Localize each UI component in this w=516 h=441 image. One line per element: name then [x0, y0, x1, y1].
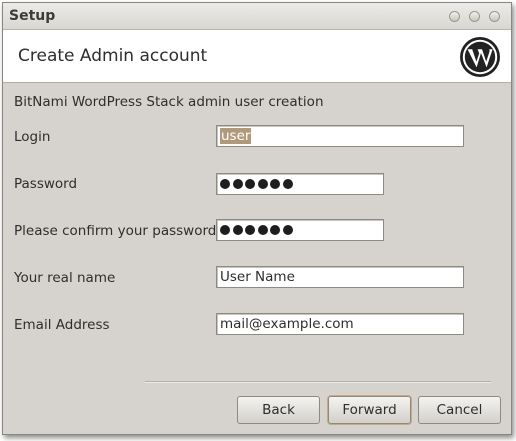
login-selected-text: user	[220, 128, 252, 144]
page-header: Create Admin account	[3, 30, 511, 83]
cancel-button[interactable]: Cancel	[418, 396, 501, 424]
mask-dot-icon	[257, 225, 268, 235]
real-name-label: Your real name	[14, 270, 116, 286]
email-input[interactable]: mail@example.com	[216, 313, 464, 335]
setup-window: Setup Create Admin account BitNami WordP…	[2, 2, 512, 435]
email-label: Email Address	[14, 317, 110, 333]
real-name-input[interactable]: User Name	[216, 266, 464, 288]
mask-dot-icon	[270, 179, 281, 189]
mask-dot-icon	[257, 179, 268, 189]
mask-dot-icon	[232, 179, 243, 189]
mask-dot-icon	[270, 225, 281, 235]
password-input[interactable]	[216, 173, 384, 195]
confirm-password-input[interactable]	[216, 219, 384, 241]
mask-dot-icon	[220, 225, 230, 235]
mask-dot-icon	[245, 179, 256, 189]
back-button[interactable]: Back	[237, 396, 320, 424]
mask-dot-icon	[282, 179, 293, 189]
mask-dot-icon	[282, 225, 293, 235]
maximize-window-button[interactable]	[469, 11, 480, 22]
minimize-window-button[interactable]	[449, 11, 460, 22]
title-bar[interactable]: Setup	[3, 3, 511, 30]
password-label: Password	[14, 176, 78, 192]
wordpress-logo-icon	[460, 37, 500, 77]
login-input[interactable]: user	[216, 125, 464, 147]
mask-dot-icon	[245, 225, 256, 235]
form-subtitle: BitNami WordPress Stack admin user creat…	[14, 94, 324, 110]
confirm-password-label: Please confirm your password	[14, 223, 217, 239]
mask-dot-icon	[220, 179, 230, 189]
mask-dot-icon	[232, 225, 243, 235]
forward-button[interactable]: Forward	[328, 396, 411, 424]
window-title: Setup	[9, 8, 56, 24]
button-separator	[145, 381, 491, 383]
login-label: Login	[14, 129, 51, 145]
close-window-button[interactable]	[489, 11, 500, 22]
page-title: Create Admin account	[18, 46, 208, 66]
